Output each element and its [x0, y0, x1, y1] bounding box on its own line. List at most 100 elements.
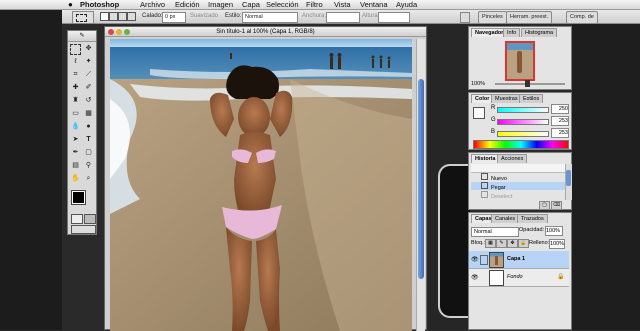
history-scroll-thumb[interactable] — [566, 170, 571, 186]
type-tool-icon[interactable]: T — [83, 134, 94, 145]
dodge-tool-icon[interactable]: ● — [83, 121, 94, 132]
layer-link-icon[interactable] — [480, 255, 488, 265]
image-canvas[interactable] — [110, 39, 412, 331]
tab-estilos[interactable]: Estilos — [519, 94, 544, 103]
tab-info[interactable]: Info — [503, 28, 521, 37]
width-field[interactable] — [326, 12, 360, 23]
color-spectrum-bar[interactable] — [473, 140, 569, 149]
slice-tool-icon[interactable]: ⟋ — [83, 69, 94, 80]
history-item-pegar[interactable]: Pegar — [471, 182, 565, 191]
window-close-icon[interactable] — [108, 29, 114, 35]
zoom-tool-icon[interactable]: ⌕ — [83, 173, 94, 184]
navigator-zoom-field[interactable]: 100% — [471, 80, 489, 88]
notes-tool-icon[interactable]: ▤ — [70, 160, 81, 171]
eraser-tool-icon[interactable]: ▭ — [70, 108, 81, 119]
apple-icon[interactable]: ● — [68, 0, 73, 9]
tab-herram-preest[interactable]: Herram. preest. — [506, 11, 553, 24]
document-vertical-scrollbar[interactable] — [416, 39, 425, 331]
menu-archivo[interactable]: Archivo — [140, 0, 165, 9]
lasso-tool-icon[interactable]: ℓ — [70, 56, 81, 67]
menu-ayuda[interactable]: Ayuda — [396, 0, 417, 9]
tab-trazados[interactable]: Trazados — [517, 214, 548, 223]
tab-pinceles[interactable]: Pinceles — [478, 11, 507, 24]
menu-edicion[interactable]: Edición — [175, 0, 200, 9]
channel-b-slider[interactable] — [497, 131, 549, 137]
menu-capa[interactable]: Capa — [242, 0, 260, 9]
gradient-tool-icon[interactable]: ▦ — [83, 108, 94, 119]
style-select[interactable]: Normal — [242, 12, 298, 23]
window-zoom-icon[interactable] — [124, 29, 130, 35]
layer-visibility-eye-icon[interactable]: 👁 — [471, 256, 479, 263]
options-right-icon[interactable] — [460, 12, 470, 23]
new-snapshot-icon[interactable]: ▢ — [539, 201, 550, 210]
hand-tool-icon[interactable]: ✋ — [70, 173, 81, 184]
opacity-field[interactable]: 100% — [545, 226, 563, 236]
layer-row-fondo[interactable]: 👁 Fondo 🔒 — [469, 269, 569, 287]
history-item-deselect[interactable]: Deselect — [471, 191, 565, 200]
height-field[interactable] — [378, 12, 410, 23]
tab-historia[interactable]: Historia — [471, 154, 500, 163]
history-trash-icon[interactable]: ⌫ — [551, 201, 562, 210]
tab-muestras[interactable]: Muestras — [491, 94, 522, 103]
intersect-selection-icon[interactable] — [127, 12, 136, 21]
crop-tool-icon[interactable]: ⌗ — [70, 69, 81, 80]
tab-comp-de[interactable]: Comp. de — [566, 11, 598, 24]
menu-imagen[interactable]: Imagen — [208, 0, 233, 9]
channel-r-slider[interactable] — [497, 107, 549, 113]
history-brush-icon[interactable]: ↺ — [83, 95, 94, 106]
clone-stamp-icon[interactable]: ♜ — [70, 95, 81, 106]
tab-histograma[interactable]: Histograma — [521, 28, 558, 37]
tab-canales[interactable]: Canales — [491, 214, 520, 223]
selection-mode-icons[interactable] — [100, 12, 136, 21]
new-selection-icon[interactable] — [100, 12, 109, 21]
fill-field[interactable]: 100% — [549, 239, 565, 249]
blend-mode-select[interactable]: Normal — [471, 227, 519, 237]
quick-mask-icon[interactable] — [71, 214, 83, 224]
pen-tool-icon[interactable]: ✒ — [70, 147, 81, 158]
move-tool-icon[interactable]: ✥ — [83, 43, 94, 54]
history-scrollbar[interactable] — [565, 164, 572, 200]
history-item-nuevo[interactable]: Nuevo — [471, 173, 565, 182]
antialias-label[interactable]: Suavizado — [190, 13, 218, 19]
menu-ventana[interactable]: Ventana — [360, 0, 388, 9]
channel-g-slider[interactable] — [497, 119, 549, 125]
marquee-tool-icon[interactable] — [70, 44, 81, 55]
channel-r-value[interactable]: 250 — [551, 104, 569, 114]
document-title-bar[interactable]: Sin título-1 al 100% (Capa 1, RGB/8) — [105, 27, 426, 37]
layer-visibility-eye-icon[interactable]: 👁 — [471, 274, 479, 281]
subtract-selection-icon[interactable] — [118, 12, 127, 21]
tab-acciones[interactable]: Acciones — [497, 154, 528, 163]
zoom-slider-knob[interactable] — [525, 80, 530, 87]
navigator-preview[interactable] — [505, 41, 535, 81]
brush-tool-icon[interactable]: ✐ — [83, 82, 94, 93]
lock-position-icon[interactable]: ✥ — [507, 239, 518, 248]
menu-seleccion[interactable]: Selección — [266, 0, 299, 9]
feather-field[interactable]: 0 px — [162, 12, 186, 23]
eyedropper-icon[interactable]: ⚲ — [83, 160, 94, 171]
tool-preset-picker[interactable] — [72, 11, 94, 24]
channel-g-value[interactable]: 253 — [551, 116, 569, 126]
add-selection-icon[interactable] — [109, 12, 118, 21]
scroll-thumb[interactable] — [418, 79, 424, 279]
channel-b-value[interactable]: 253 — [551, 128, 569, 138]
healing-brush-icon[interactable]: ✚ — [70, 82, 81, 93]
magic-wand-icon[interactable]: ✦ — [83, 56, 94, 67]
tab-navegador[interactable]: Navegador — [471, 28, 508, 37]
foreground-color-swatch[interactable] — [71, 190, 86, 205]
path-select-icon[interactable]: ➤ — [70, 134, 81, 145]
screen-mode-icons[interactable] — [71, 225, 96, 234]
fg-color-swatch[interactable] — [473, 107, 485, 119]
lock-all-icon[interactable]: 🔒 — [518, 239, 529, 248]
blur-tool-icon[interactable]: 💧 — [70, 121, 81, 132]
history-snapshot[interactable] — [471, 164, 565, 173]
shape-tool-icon[interactable]: ▢ — [83, 147, 94, 158]
navigator-zoom-slider[interactable] — [495, 80, 565, 87]
menu-filtro[interactable]: Filtro — [306, 0, 323, 9]
menu-vista[interactable]: Vista — [334, 0, 351, 9]
lock-pixels-icon[interactable]: ✎ — [496, 239, 507, 248]
menu-app[interactable]: Photoshop — [80, 0, 119, 9]
lock-transparency-icon[interactable]: ▦ — [485, 239, 496, 248]
window-min-icon[interactable] — [116, 29, 122, 35]
layer-row-capa-1[interactable]: 👁 Capa 1 — [469, 251, 569, 269]
standard-mode-icon[interactable] — [84, 214, 96, 224]
